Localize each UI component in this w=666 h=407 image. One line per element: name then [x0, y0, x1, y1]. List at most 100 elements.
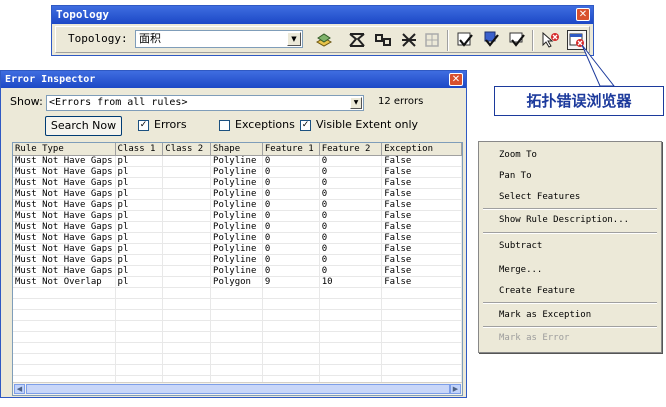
table-cell: Polyline [210, 243, 263, 255]
table-cell: Must Not Have Gaps [13, 265, 116, 277]
table-cell: 0 [319, 166, 383, 178]
column-header-shape[interactable]: Shape [210, 143, 263, 156]
close-icon[interactable]: ✕ [449, 73, 463, 86]
empty-table-row [13, 331, 462, 343]
topology-toolbar-titlebar[interactable]: Topology ✕ [52, 6, 593, 24]
error-inspector-titlebar[interactable]: Error Inspector ✕ [1, 71, 466, 88]
empty-table-row [13, 298, 462, 310]
table-cell [262, 331, 320, 343]
table-cell [262, 364, 320, 376]
table-cell [162, 199, 212, 211]
table-cell [210, 298, 263, 310]
checkbox-checked-icon[interactable]: ✓ [300, 119, 311, 131]
error-inspector-title: Error Inspector [5, 74, 96, 85]
table-cell: Must Not Have Gaps [13, 155, 116, 167]
table-row[interactable]: Must Not Have Gaps pl Polyline 0 0 False [13, 199, 462, 211]
error-inspector-window: Error Inspector ✕ Show: <Errors from all… [0, 70, 467, 398]
menu-item-mark-as-exception[interactable]: Mark as Exception [499, 310, 591, 320]
table-cell: pl [115, 232, 164, 244]
scroll-right-icon[interactable]: ▶ [450, 384, 461, 394]
table-cell: Must Not Have Gaps [13, 166, 116, 178]
menu-item-subtract[interactable]: Subtract [499, 241, 542, 251]
table-row[interactable]: Must Not Have Gaps pl Polyline 0 0 False [13, 188, 462, 200]
visible-extent-checkbox[interactable]: ✓ Visible Extent only [300, 118, 418, 131]
table-cell: 0 [319, 254, 383, 266]
menu-item-show-rule-description[interactable]: Show Rule Description... [499, 215, 629, 225]
checkbox-unchecked-icon[interactable] [219, 119, 230, 131]
table-cell [381, 298, 462, 310]
table-cell [115, 331, 164, 343]
table-cell: 0 [319, 265, 383, 277]
planarize-icon[interactable] [399, 30, 419, 50]
column-header-rule-type[interactable]: Rule Type [13, 143, 116, 156]
fix-error-tool-icon[interactable] [540, 30, 560, 50]
table-cell [115, 309, 164, 321]
column-header-exception[interactable]: Exception [381, 143, 462, 156]
menu-item-create-feature[interactable]: Create Feature [499, 286, 575, 296]
table-cell [162, 232, 212, 244]
topology-toolbar: Topology: 面积 ▼ [55, 26, 590, 53]
horizontal-scrollbar[interactable]: ◀ ▶ [13, 382, 462, 395]
table-cell: 0 [319, 210, 383, 222]
table-cell: Must Not Have Gaps [13, 243, 116, 255]
menu-item-merge[interactable]: Merge... [499, 265, 542, 275]
table-cell: 0 [262, 177, 320, 189]
table-cell [262, 353, 320, 365]
errors-checkbox[interactable]: ✓ Errors [138, 118, 187, 131]
menu-item-zoom-to[interactable]: Zoom To [499, 150, 537, 160]
validate-extent-icon[interactable] [481, 30, 501, 50]
menu-item-pan-to[interactable]: Pan To [499, 171, 532, 181]
table-cell [13, 342, 116, 354]
table-cell: 0 [319, 199, 383, 211]
validate-topology-icon[interactable] [507, 30, 527, 50]
table-cell [210, 342, 263, 354]
table-cell [162, 177, 212, 189]
search-now-button[interactable]: Search Now [45, 116, 122, 136]
table-row[interactable]: Must Not Have Gaps pl Polyline 0 0 False [13, 210, 462, 222]
table-cell [162, 353, 212, 365]
scroll-left-icon[interactable]: ◀ [14, 384, 25, 394]
chevron-down-icon[interactable]: ▼ [350, 97, 362, 109]
exceptions-checkbox[interactable]: Exceptions [219, 118, 295, 131]
column-header-feature-2[interactable]: Feature 2 [319, 143, 383, 156]
table-row[interactable]: Must Not Have Gaps pl Polyline 0 0 False [13, 166, 462, 178]
table-row[interactable]: Must Not Have Gaps pl Polyline 0 0 False [13, 243, 462, 255]
table-cell [13, 320, 116, 332]
menu-item-mark-as-error: Mark as Error [499, 333, 570, 343]
table-row[interactable]: Must Not Have Gaps pl Polyline 0 0 False [13, 254, 462, 266]
table-row[interactable]: Must Not Have Gaps pl Polyline 0 0 False [13, 177, 462, 189]
table-cell: 0 [262, 210, 320, 222]
construct-features-icon[interactable] [373, 30, 393, 50]
menu-item-select-features[interactable]: Select Features [499, 192, 580, 202]
table-cell: Must Not Have Gaps [13, 221, 116, 233]
table-cell: False [381, 265, 462, 277]
close-icon[interactable]: ✕ [576, 8, 590, 21]
exceptions-checkbox-label: Exceptions [235, 118, 295, 131]
table-cell: 0 [319, 177, 383, 189]
empty-table-row [13, 320, 462, 332]
column-header-feature-1[interactable]: Feature 1 [262, 143, 320, 156]
table-cell [319, 342, 383, 354]
table-cell [162, 298, 212, 310]
column-header-class-2[interactable]: Class 2 [162, 143, 212, 156]
table-cell: False [381, 188, 462, 200]
table-row[interactable]: Must Not Overlap pl Polygon 9 10 False [13, 276, 462, 288]
show-rule-select[interactable]: <Errors from all rules> ▼ [46, 95, 364, 111]
shared-features-icon[interactable] [422, 30, 442, 50]
table-cell [319, 353, 383, 365]
scrollbar-thumb[interactable] [26, 384, 450, 394]
table-row[interactable]: Must Not Have Gaps pl Polyline 0 0 False [13, 221, 462, 233]
topology-select[interactable]: 面积 ▼ [135, 30, 303, 48]
table-cell: 0 [319, 243, 383, 255]
chevron-down-icon[interactable]: ▼ [287, 32, 301, 46]
table-row[interactable]: Must Not Have Gaps pl Polyline 0 0 False [13, 265, 462, 277]
table-row[interactable]: Must Not Have Gaps pl Polyline 0 0 False [13, 232, 462, 244]
table-row[interactable]: Must Not Have Gaps pl Polyline 0 0 False [13, 155, 462, 167]
checkbox-checked-icon[interactable]: ✓ [138, 119, 149, 131]
table-cell [381, 320, 462, 332]
table-cell: pl [115, 276, 164, 288]
validate-edits-icon[interactable] [455, 30, 475, 50]
fix-topology-error-icon[interactable] [347, 30, 367, 50]
topology-edit-tool-icon[interactable] [314, 30, 334, 50]
column-header-class-1[interactable]: Class 1 [115, 143, 164, 156]
